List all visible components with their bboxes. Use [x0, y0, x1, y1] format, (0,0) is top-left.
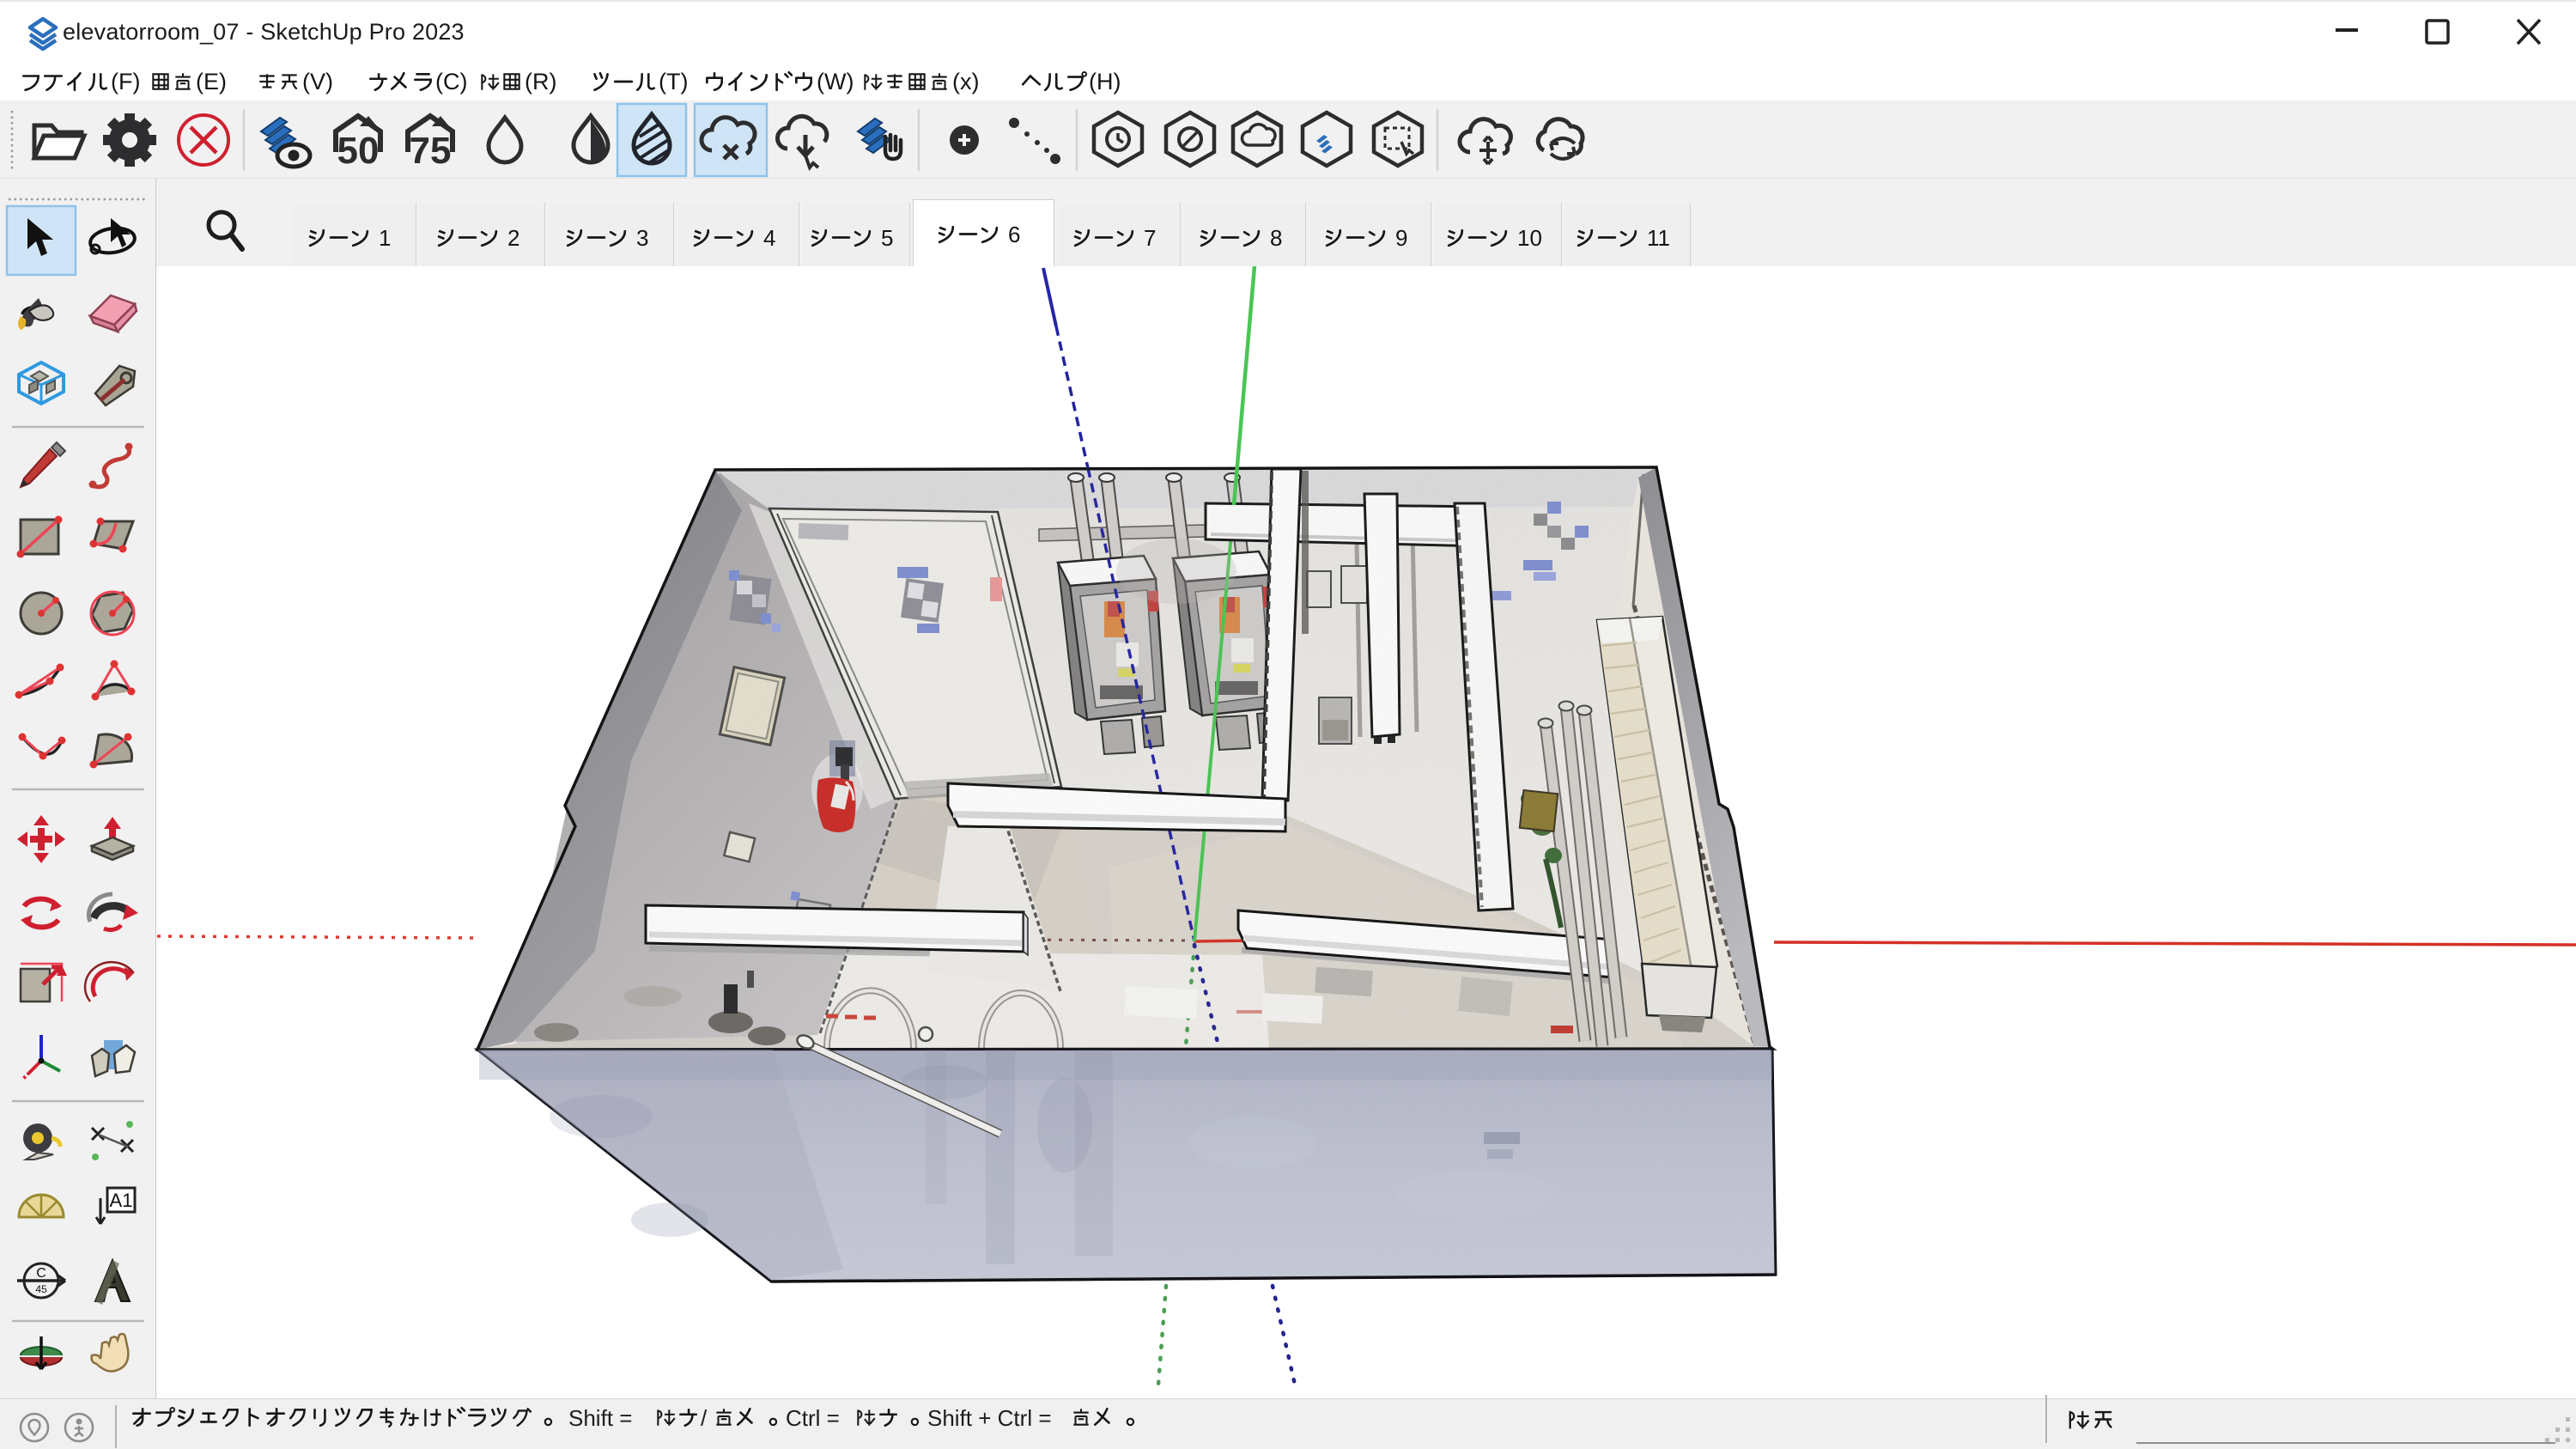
svg-text:45: 45	[35, 1283, 47, 1295]
svg-text:A1: A1	[110, 1190, 133, 1211]
svg-text:C: C	[36, 1266, 46, 1281]
svg-text:75: 75	[410, 130, 452, 172]
svg-text:50: 50	[337, 130, 380, 172]
